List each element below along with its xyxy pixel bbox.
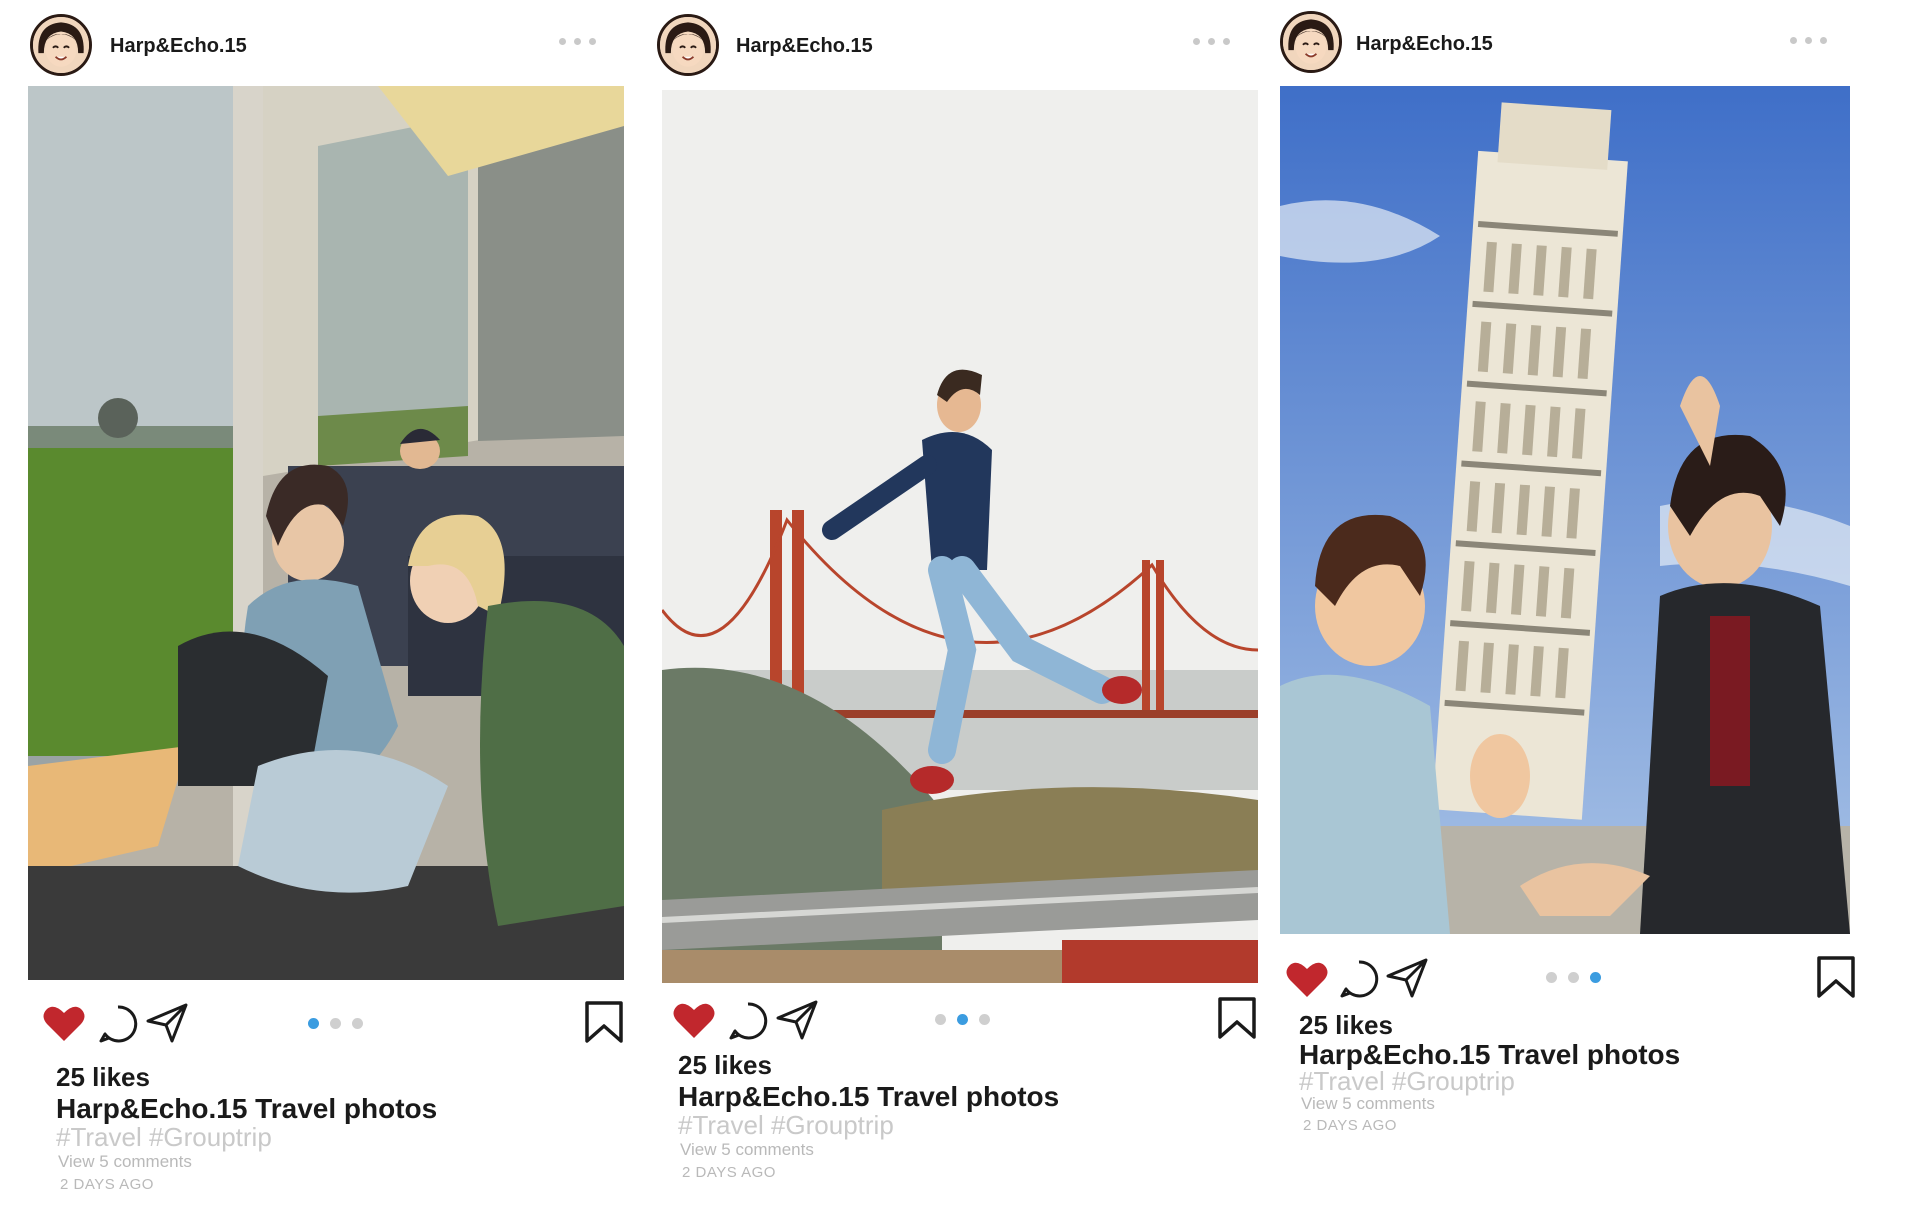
caption: Harp&Echo.15 Travel photos [678,1081,1060,1112]
carousel-dot-2[interactable] [1568,972,1579,983]
post-1: Harp&Echo.15 25 likes Harp&Echo.15 Trave… [0,0,640,1207]
more-options-icon[interactable] [1790,37,1827,44]
username[interactable]: Harp&Echo.15 [1356,33,1493,56]
post-3: Harp&Echo.15 25 likes Harp&Echo.15 Trave… [1272,0,1920,1207]
comment-icon[interactable] [1338,958,1380,1000]
username[interactable]: Harp&Echo.15 [736,35,873,58]
avatar[interactable] [1280,11,1342,73]
more-options-icon[interactable] [1193,38,1230,45]
post-image-golden-gate[interactable] [662,90,1258,983]
avatar-illustration [1283,14,1339,70]
paper-plane-icon[interactable] [1386,958,1428,998]
carousel-dot-1[interactable] [1546,972,1557,983]
heart-icon[interactable] [672,1000,716,1040]
post-image-train[interactable] [28,86,624,980]
more-options-icon[interactable] [559,38,596,45]
carousel-dot-1[interactable] [308,1018,319,1029]
golden-gate-scene-illustration [662,90,1258,983]
carousel-dot-2[interactable] [330,1018,341,1029]
carousel-dots [935,1014,990,1025]
paper-plane-icon[interactable] [146,1003,188,1043]
timestamp: 2 DAYS AGO [682,1164,776,1181]
view-comments-link[interactable]: View 5 comments [58,1152,192,1172]
view-comments-link[interactable]: View 5 comments [680,1140,814,1160]
avatar-illustration [660,17,716,73]
view-comments-link[interactable]: View 5 comments [1301,1094,1435,1114]
caption: Harp&Echo.15 Travel photos [56,1093,438,1124]
leaning-tower-scene-illustration [1280,86,1850,934]
bookmark-icon[interactable] [1816,955,1856,999]
hashtags[interactable]: #Travel #Grouptrip [678,1110,894,1141]
bookmark-icon[interactable] [584,1000,624,1044]
hashtags[interactable]: #Travel #Grouptrip [56,1122,272,1153]
carousel-dot-2[interactable] [957,1014,968,1025]
heart-icon[interactable] [42,1003,86,1043]
carousel-dot-3[interactable] [352,1018,363,1029]
carousel-dots [308,1018,363,1029]
carousel-dot-3[interactable] [979,1014,990,1025]
carousel-dots [1546,972,1601,983]
like-count: 25 likes [678,1050,772,1080]
bookmark-icon[interactable] [1217,996,1257,1040]
post-image-pisa[interactable] [1280,86,1850,934]
like-count: 25 likes [1299,1010,1393,1040]
username[interactable]: Harp&Echo.15 [110,35,247,58]
train-scene-illustration [28,86,624,980]
heart-icon[interactable] [1285,959,1329,999]
paper-plane-icon[interactable] [776,1000,818,1040]
avatar[interactable] [657,14,719,76]
timestamp: 2 DAYS AGO [60,1176,154,1193]
carousel-dot-3[interactable] [1590,972,1601,983]
like-count: 25 likes [56,1062,150,1092]
comment-icon[interactable] [727,1000,769,1042]
avatar-illustration [33,17,89,73]
comment-icon[interactable] [97,1003,139,1045]
timestamp: 2 DAYS AGO [1303,1117,1397,1134]
avatar[interactable] [30,14,92,76]
carousel-dot-1[interactable] [935,1014,946,1025]
post-2: Harp&Echo.15 25 likes Harp&Echo.15 Trave… [640,0,1280,1207]
hashtags[interactable]: #Travel #Grouptrip [1299,1066,1515,1097]
